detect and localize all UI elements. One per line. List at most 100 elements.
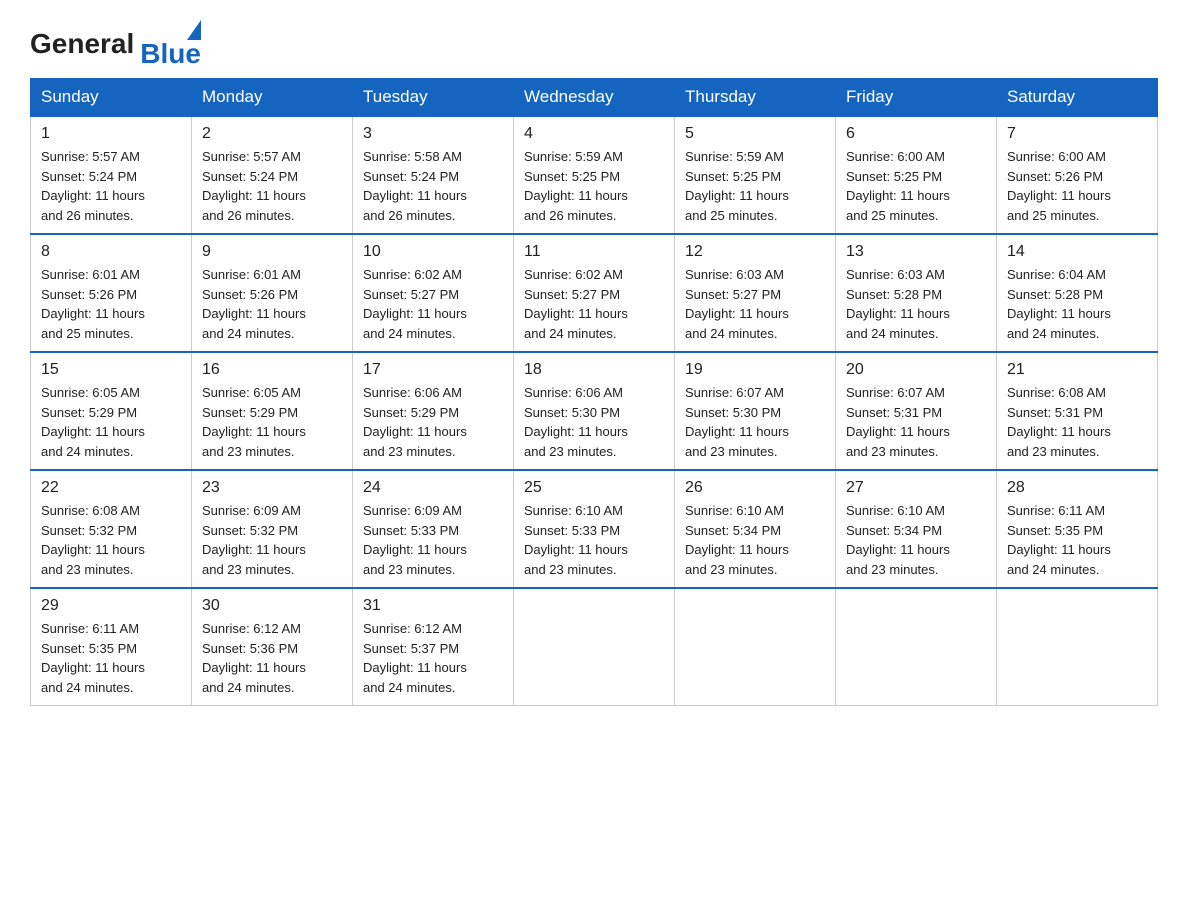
day-number: 26 — [685, 479, 825, 497]
day-info: Sunrise: 6:11 AMSunset: 5:35 PMDaylight:… — [1007, 501, 1147, 579]
week-row-4: 22 Sunrise: 6:08 AMSunset: 5:32 PMDayligh… — [31, 470, 1158, 588]
day-cell-21: 21 Sunrise: 6:08 AMSunset: 5:31 PMDayligh… — [997, 352, 1158, 470]
day-number: 20 — [846, 361, 986, 379]
day-cell-30: 30Sunrise: 6:12 AMSunset: 5:36 PMDayligh… — [192, 588, 353, 706]
day-cell-27: 27 Sunrise: 6:10 AMSunset: 5:34 PMDayligh… — [836, 470, 997, 588]
day-number: 7 — [1007, 125, 1147, 143]
day-info: Sunrise: 6:06 AMSunset: 5:30 PMDaylight:… — [524, 383, 664, 461]
calendar-header-row: SundayMondayTuesdayWednesdayThursdayFrid… — [31, 79, 1158, 117]
day-info: Sunrise: 5:58 AMSunset: 5:24 PMDaylight:… — [363, 147, 503, 225]
day-cell-9: 9 Sunrise: 6:01 AMSunset: 5:26 PMDaylight… — [192, 234, 353, 352]
day-number: 23 — [202, 479, 342, 497]
day-info: Sunrise: 6:11 AMSunset: 5:35 PMDaylight:… — [41, 619, 181, 697]
day-cell-31: 31 Sunrise: 6:12 AMSunset: 5:37 PMDayligh… — [353, 588, 514, 706]
day-info: Sunrise: 6:07 AMSunset: 5:31 PMDaylight:… — [846, 383, 986, 461]
day-info: Sunrise: 6:00 AMSunset: 5:25 PMDaylight:… — [846, 147, 986, 225]
week-row-3: 15 Sunrise: 6:05 AMSunset: 5:29 PMDayligh… — [31, 352, 1158, 470]
day-cell-13: 13Sunrise: 6:03 AMSunset: 5:28 PMDayligh… — [836, 234, 997, 352]
day-cell-26: 26 Sunrise: 6:10 AMSunset: 5:34 PMDayligh… — [675, 470, 836, 588]
page-header: General Blue — [30, 20, 1158, 68]
day-cell-3: 3 Sunrise: 5:58 AMSunset: 5:24 PMDaylight… — [353, 116, 514, 234]
day-number: 1 — [41, 125, 181, 143]
day-info: Sunrise: 6:10 AMSunset: 5:34 PMDaylight:… — [685, 501, 825, 579]
week-row-2: 8Sunrise: 6:01 AMSunset: 5:26 PMDaylight… — [31, 234, 1158, 352]
day-number: 6 — [846, 125, 986, 143]
day-number: 18 — [524, 361, 664, 379]
day-number: 21 — [1007, 361, 1147, 379]
col-header-wednesday: Wednesday — [514, 79, 675, 117]
day-cell-17: 17 Sunrise: 6:06 AMSunset: 5:29 PMDayligh… — [353, 352, 514, 470]
logo: General Blue — [30, 20, 201, 68]
day-info: Sunrise: 6:06 AMSunset: 5:29 PMDaylight:… — [363, 383, 503, 461]
day-info: Sunrise: 6:09 AMSunset: 5:32 PMDaylight:… — [202, 501, 342, 579]
day-number: 27 — [846, 479, 986, 497]
day-info: Sunrise: 6:05 AMSunset: 5:29 PMDaylight:… — [202, 383, 342, 461]
col-header-tuesday: Tuesday — [353, 79, 514, 117]
empty-cell — [514, 588, 675, 706]
day-cell-16: 16 Sunrise: 6:05 AMSunset: 5:29 PMDayligh… — [192, 352, 353, 470]
day-number: 31 — [363, 597, 503, 615]
day-number: 28 — [1007, 479, 1147, 497]
logo-blue-text: Blue — [140, 40, 201, 68]
day-number: 16 — [202, 361, 342, 379]
day-number: 19 — [685, 361, 825, 379]
day-info: Sunrise: 5:59 AMSunset: 5:25 PMDaylight:… — [524, 147, 664, 225]
day-cell-10: 10 Sunrise: 6:02 AMSunset: 5:27 PMDayligh… — [353, 234, 514, 352]
day-number: 25 — [524, 479, 664, 497]
day-info: Sunrise: 5:57 AMSunset: 5:24 PMDaylight:… — [41, 147, 181, 225]
day-cell-22: 22 Sunrise: 6:08 AMSunset: 5:32 PMDayligh… — [31, 470, 192, 588]
day-cell-25: 25Sunrise: 6:10 AMSunset: 5:33 PMDayligh… — [514, 470, 675, 588]
col-header-sunday: Sunday — [31, 79, 192, 117]
day-cell-1: 1 Sunrise: 5:57 AMSunset: 5:24 PMDaylight… — [31, 116, 192, 234]
day-cell-7: 7 Sunrise: 6:00 AMSunset: 5:26 PMDaylight… — [997, 116, 1158, 234]
day-cell-6: 6 Sunrise: 6:00 AMSunset: 5:25 PMDaylight… — [836, 116, 997, 234]
day-cell-11: 11 Sunrise: 6:02 AMSunset: 5:27 PMDayligh… — [514, 234, 675, 352]
day-cell-23: 23 Sunrise: 6:09 AMSunset: 5:32 PMDayligh… — [192, 470, 353, 588]
empty-cell — [836, 588, 997, 706]
day-number: 9 — [202, 243, 342, 261]
day-number: 12 — [685, 243, 825, 261]
day-cell-28: 28 Sunrise: 6:11 AMSunset: 5:35 PMDayligh… — [997, 470, 1158, 588]
day-info: Sunrise: 5:57 AMSunset: 5:24 PMDaylight:… — [202, 147, 342, 225]
day-info: Sunrise: 5:59 AMSunset: 5:25 PMDaylight:… — [685, 147, 825, 225]
day-cell-20: 20 Sunrise: 6:07 AMSunset: 5:31 PMDayligh… — [836, 352, 997, 470]
day-number: 2 — [202, 125, 342, 143]
day-info: Sunrise: 6:08 AMSunset: 5:32 PMDaylight:… — [41, 501, 181, 579]
week-row-1: 1 Sunrise: 5:57 AMSunset: 5:24 PMDaylight… — [31, 116, 1158, 234]
day-number: 17 — [363, 361, 503, 379]
day-info: Sunrise: 6:12 AMSunset: 5:37 PMDaylight:… — [363, 619, 503, 697]
day-info: Sunrise: 6:08 AMSunset: 5:31 PMDaylight:… — [1007, 383, 1147, 461]
day-info: Sunrise: 6:03 AMSunset: 5:27 PMDaylight:… — [685, 265, 825, 343]
day-cell-2: 2 Sunrise: 5:57 AMSunset: 5:24 PMDaylight… — [192, 116, 353, 234]
day-cell-8: 8Sunrise: 6:01 AMSunset: 5:26 PMDaylight… — [31, 234, 192, 352]
day-number: 10 — [363, 243, 503, 261]
day-info: Sunrise: 6:01 AMSunset: 5:26 PMDaylight:… — [41, 265, 181, 343]
day-info: Sunrise: 6:10 AMSunset: 5:34 PMDaylight:… — [846, 501, 986, 579]
day-cell-14: 14 Sunrise: 6:04 AMSunset: 5:28 PMDayligh… — [997, 234, 1158, 352]
week-row-5: 29 Sunrise: 6:11 AMSunset: 5:35 PMDayligh… — [31, 588, 1158, 706]
day-number: 4 — [524, 125, 664, 143]
empty-cell — [675, 588, 836, 706]
day-number: 13 — [846, 243, 986, 261]
day-info: Sunrise: 6:04 AMSunset: 5:28 PMDaylight:… — [1007, 265, 1147, 343]
day-cell-5: 5Sunrise: 5:59 AMSunset: 5:25 PMDaylight… — [675, 116, 836, 234]
day-info: Sunrise: 6:07 AMSunset: 5:30 PMDaylight:… — [685, 383, 825, 461]
day-number: 22 — [41, 479, 181, 497]
day-info: Sunrise: 6:01 AMSunset: 5:26 PMDaylight:… — [202, 265, 342, 343]
day-cell-18: 18 Sunrise: 6:06 AMSunset: 5:30 PMDayligh… — [514, 352, 675, 470]
day-number: 29 — [41, 597, 181, 615]
day-cell-29: 29 Sunrise: 6:11 AMSunset: 5:35 PMDayligh… — [31, 588, 192, 706]
calendar-table: SundayMondayTuesdayWednesdayThursdayFrid… — [30, 78, 1158, 706]
day-number: 14 — [1007, 243, 1147, 261]
day-cell-15: 15Sunrise: 6:05 AMSunset: 5:29 PMDayligh… — [31, 352, 192, 470]
day-info: Sunrise: 6:00 AMSunset: 5:26 PMDaylight:… — [1007, 147, 1147, 225]
day-number: 11 — [524, 243, 664, 261]
day-number: 24 — [363, 479, 503, 497]
col-header-saturday: Saturday — [997, 79, 1158, 117]
day-number: 15 — [41, 361, 181, 379]
day-number: 3 — [363, 125, 503, 143]
day-info: Sunrise: 6:02 AMSunset: 5:27 PMDaylight:… — [524, 265, 664, 343]
day-info: Sunrise: 6:02 AMSunset: 5:27 PMDaylight:… — [363, 265, 503, 343]
day-cell-19: 19 Sunrise: 6:07 AMSunset: 5:30 PMDayligh… — [675, 352, 836, 470]
col-header-thursday: Thursday — [675, 79, 836, 117]
